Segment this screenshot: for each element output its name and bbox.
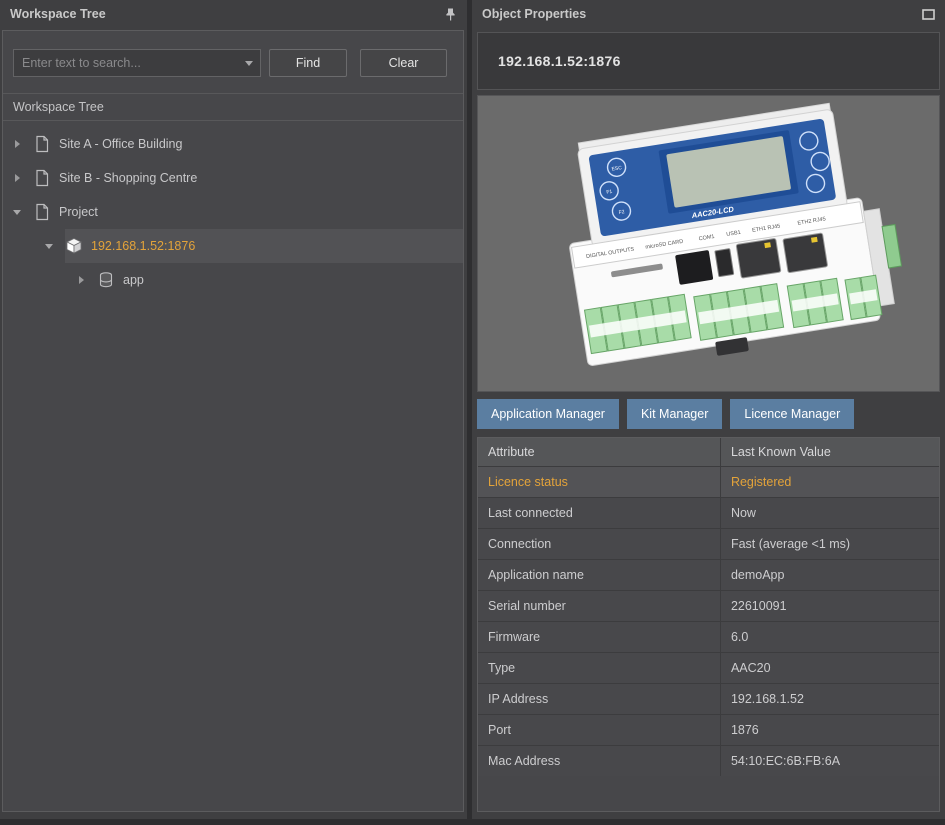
value-cell: Registered — [721, 467, 939, 497]
find-button[interactable]: Find — [269, 49, 347, 77]
attribute-cell: Last connected — [478, 498, 721, 528]
column-header-attribute: Attribute — [478, 438, 721, 466]
table-row[interactable]: Last connected Now — [478, 497, 939, 528]
workspace-tree-titlebar: Workspace Tree — [0, 0, 467, 28]
attribute-cell: Port — [478, 715, 721, 745]
tree-item-app[interactable]: app — [3, 263, 463, 297]
tree-item-label: Project — [59, 205, 98, 219]
clear-button[interactable]: Clear — [360, 49, 447, 77]
device-address-header: 192.168.1.52:1876 — [477, 32, 940, 90]
attribute-cell: IP Address — [478, 684, 721, 714]
document-icon — [33, 203, 51, 221]
tree-column-header: Workspace Tree — [3, 93, 463, 121]
document-icon — [33, 135, 51, 153]
object-properties-title: Object Properties — [482, 7, 586, 21]
expander-collapsed-icon[interactable] — [11, 140, 23, 148]
search-dropdown-arrow[interactable] — [238, 61, 260, 66]
table-row[interactable]: Firmware 6.0 — [478, 621, 939, 652]
table-row[interactable]: Serial number 22610091 — [478, 590, 939, 621]
tree-item-label: app — [123, 273, 144, 287]
object-properties-titlebar: Object Properties — [472, 0, 945, 28]
value-cell: AAC20 — [721, 653, 939, 683]
table-row[interactable]: IP Address 192.168.1.52 — [478, 683, 939, 714]
tree-item-site-a[interactable]: Site A - Office Building — [3, 127, 463, 161]
manager-buttons: Application Manager Kit Manager Licence … — [477, 399, 854, 429]
value-cell: 6.0 — [721, 622, 939, 652]
application-manager-button[interactable]: Application Manager — [477, 399, 619, 429]
expander-collapsed-icon[interactable] — [75, 276, 87, 284]
tree-item-device[interactable]: 192.168.1.52:1876 — [3, 229, 463, 263]
expander-collapsed-icon[interactable] — [11, 174, 23, 182]
tree-item-label: 192.168.1.52:1876 — [91, 239, 195, 253]
device-illustration: ESC F1 F2 AAC20-LCD DIGITAL OUTPUTS micr… — [478, 96, 939, 391]
svg-text:F1: F1 — [606, 189, 613, 196]
database-icon — [97, 271, 115, 289]
attribute-cell: Firmware — [478, 622, 721, 652]
expander-expanded-icon[interactable] — [43, 244, 55, 249]
device-icon — [65, 237, 83, 255]
attribute-cell: Application name — [478, 560, 721, 590]
table-row[interactable]: Licence status Registered — [478, 466, 939, 497]
value-cell: 54:10:EC:6B:FB:6A — [721, 746, 939, 776]
search-combo — [13, 49, 261, 77]
tree-item-label: Site B - Shopping Centre — [59, 171, 197, 185]
svg-text:F2: F2 — [618, 209, 625, 216]
attribute-cell: Connection — [478, 529, 721, 559]
pin-icon[interactable] — [444, 7, 457, 22]
attribute-cell: Licence status — [478, 467, 721, 497]
workspace-tree-content: Find Clear Workspace Tree Site A - Offic… — [2, 30, 464, 812]
object-properties-panel: Object Properties 192.168.1.52:1876 — [472, 0, 945, 819]
search-toolbar: Find Clear — [3, 31, 463, 93]
device-photo: ESC F1 F2 AAC20-LCD DIGITAL OUTPUTS micr… — [477, 95, 940, 392]
attribute-cell: Mac Address — [478, 746, 721, 776]
value-cell: 22610091 — [721, 591, 939, 621]
value-cell: Fast (average <1 ms) — [721, 529, 939, 559]
value-cell: Now — [721, 498, 939, 528]
table-row[interactable]: Type AAC20 — [478, 652, 939, 683]
value-cell: demoApp — [721, 560, 939, 590]
table-row[interactable]: Application name demoApp — [478, 559, 939, 590]
maximize-icon[interactable] — [922, 9, 935, 20]
table-row[interactable]: Connection Fast (average <1 ms) — [478, 528, 939, 559]
table-header-row: Attribute Last Known Value — [478, 438, 939, 466]
tree-item-project[interactable]: Project — [3, 195, 463, 229]
value-cell: 1876 — [721, 715, 939, 745]
table-row[interactable]: Port 1876 — [478, 714, 939, 745]
expander-expanded-icon[interactable] — [11, 210, 23, 215]
search-input[interactable] — [14, 56, 238, 70]
tree-item-label: Site A - Office Building — [59, 137, 182, 151]
attribute-cell: Serial number — [478, 591, 721, 621]
workspace-tree-title: Workspace Tree — [10, 7, 106, 21]
licence-manager-button[interactable]: Licence Manager — [730, 399, 854, 429]
workspace-tree-panel: Workspace Tree Find Clear Workspace Tree — [0, 0, 467, 819]
value-cell: 192.168.1.52 — [721, 684, 939, 714]
workspace-tree: Site A - Office Building Site B - Shoppi… — [3, 121, 463, 297]
properties-table: Attribute Last Known Value Licence statu… — [477, 437, 940, 812]
table-row[interactable]: Mac Address 54:10:EC:6B:FB:6A — [478, 745, 939, 776]
column-header-value: Last Known Value — [721, 438, 939, 466]
tree-item-site-b[interactable]: Site B - Shopping Centre — [3, 161, 463, 195]
document-icon — [33, 169, 51, 187]
attribute-cell: Type — [478, 653, 721, 683]
kit-manager-button[interactable]: Kit Manager — [627, 399, 722, 429]
